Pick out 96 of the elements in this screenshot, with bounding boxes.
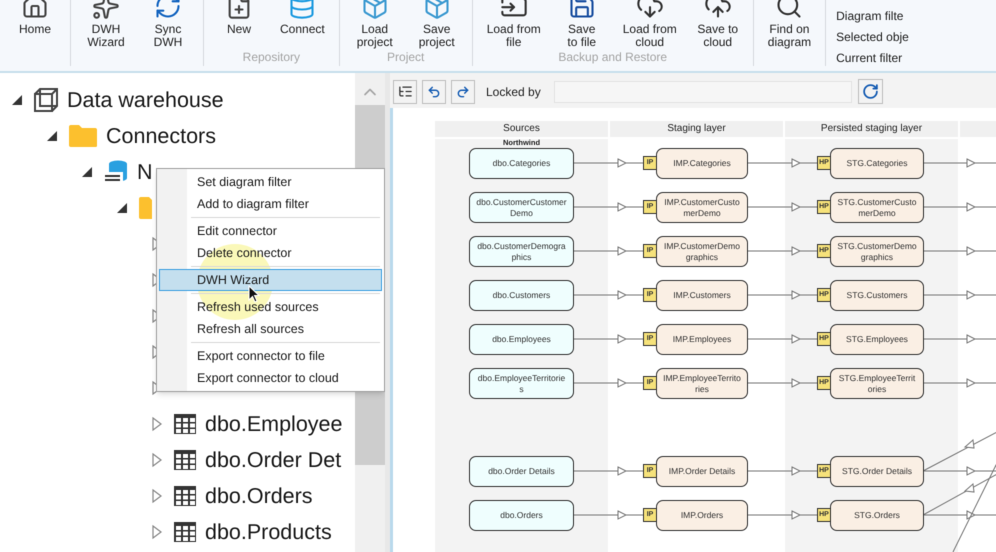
column-header: Staging layer	[610, 121, 783, 137]
undo-icon	[427, 84, 441, 98]
column-header: Persisted staging layer	[785, 121, 958, 137]
home-icon	[21, 0, 49, 20]
staging-node[interactable]: IMP.CustomerCustomerDemo	[656, 192, 748, 223]
ribbon-button[interactable]: Connect	[270, 0, 335, 50]
staging-node[interactable]: IMP.CustomerDemographics	[656, 236, 748, 267]
expanded-caret-icon[interactable]	[46, 130, 58, 142]
tree-item[interactable]: dbo.Order Det	[205, 447, 342, 473]
source-node[interactable]: dbo.Customers	[469, 280, 574, 311]
menu-item[interactable]: Refresh used sources	[159, 296, 382, 318]
persisted-node[interactable]: STG.Employees	[830, 324, 924, 355]
refresh-icon	[862, 83, 879, 100]
list-icon	[398, 84, 412, 99]
persisted-node[interactable]: STG.Categories	[830, 148, 924, 179]
ribbon-command[interactable]: Diagram filte	[836, 10, 909, 23]
expanded-caret-icon[interactable]	[81, 166, 93, 178]
source-node[interactable]: dbo.CustomerDemographics	[469, 236, 574, 267]
ribbon-button[interactable]: Load from file	[476, 0, 551, 50]
staging-node[interactable]: IMP.Categories	[656, 148, 748, 179]
tree-item[interactable]: dbo.Products	[205, 519, 332, 545]
collapsed-caret-icon[interactable]	[152, 489, 162, 503]
collapsed-caret-icon[interactable]	[152, 417, 162, 431]
table-icon	[173, 521, 197, 543]
table-icon	[173, 449, 197, 471]
redo-icon	[456, 84, 470, 98]
tree-item[interactable]: dbo.Employee	[205, 411, 342, 437]
redo-button[interactable]	[451, 80, 475, 104]
ribbon-button[interactable]: Save to cloud	[686, 0, 749, 50]
menu-item[interactable]: Delete connector	[159, 242, 382, 264]
source-node[interactable]: dbo.Order Details	[469, 456, 574, 487]
staging-node[interactable]: IMP.Order Details	[656, 456, 748, 487]
ribbon-button[interactable]: Save project	[406, 0, 468, 50]
group-label: Project	[386, 50, 426, 66]
ribbon-button[interactable]: Save to file	[550, 0, 613, 50]
folder-icon	[68, 124, 98, 148]
ribbon-button[interactable]: New	[208, 0, 270, 50]
search-icon	[775, 0, 804, 20]
persisted-node[interactable]: STG.EmployeeTerritories	[830, 368, 924, 399]
cloud-download-icon	[636, 0, 664, 20]
menu-item[interactable]: Refresh all sources	[159, 318, 382, 340]
ribbon-button[interactable]: Find on diagram	[758, 0, 822, 66]
source-node[interactable]: dbo.Employees	[469, 324, 574, 355]
persisted-node[interactable]: STG.Customers	[830, 280, 924, 311]
sync-icon	[154, 0, 182, 20]
cube-icon	[33, 87, 59, 113]
ribbon-button[interactable]: Home	[4, 0, 66, 66]
ribbon-button[interactable]: Load project	[344, 0, 406, 50]
locked-by-label: Locked by	[486, 84, 541, 100]
ribbon-button[interactable]: Load from cloud	[612, 0, 687, 50]
tree-item[interactable]: Data warehouse	[67, 87, 224, 113]
source-node[interactable]: dbo.Orders	[469, 500, 574, 531]
staging-node[interactable]: IMP.EmployeeTerritories	[656, 368, 748, 399]
folder-icon	[138, 196, 152, 220]
tree-item[interactable]: dbo.Orders	[205, 483, 313, 509]
source-node[interactable]: dbo.Categories	[469, 148, 574, 179]
menu-item[interactable]: Export connector to file	[159, 345, 382, 367]
ribbon-button[interactable]: Sync DWH	[137, 0, 199, 66]
group-label: Repository	[242, 50, 302, 66]
column-header: Sources	[435, 121, 608, 137]
staging-node[interactable]: IMP.Orders	[656, 500, 748, 531]
staging-node[interactable]: IMP.Employees	[656, 324, 748, 355]
persisted-node[interactable]: STG.Order Details	[830, 456, 924, 487]
persisted-node[interactable]: STG.Orders	[830, 500, 924, 531]
database-icon	[288, 0, 316, 20]
group-label: Backup and Restore	[557, 50, 668, 66]
menu-item[interactable]: Edit connector	[159, 220, 382, 242]
expanded-caret-icon[interactable]	[116, 202, 128, 214]
sparkles-icon	[92, 0, 120, 20]
menu-item[interactable]: Add to diagram filter	[159, 193, 382, 215]
ribbon-command[interactable]: Selected obje	[836, 31, 909, 44]
tree-item[interactable]: N	[137, 159, 153, 185]
menu-item[interactable]: DWH Wizard	[159, 269, 382, 291]
refresh-button[interactable]	[858, 79, 883, 104]
source-node[interactable]: dbo.EmployeeTerritories	[469, 368, 574, 399]
collapsed-caret-icon[interactable]	[152, 525, 162, 539]
save-icon	[568, 0, 596, 20]
menu-item[interactable]: Set diagram filter	[159, 171, 382, 193]
ribbon-button[interactable]: DWH Wizard	[75, 0, 137, 66]
undo-button[interactable]	[422, 80, 446, 104]
source-node[interactable]: dbo.CustomerCustomerDemo	[469, 192, 574, 223]
ribbon-command[interactable]: Current filter	[836, 52, 909, 65]
menu-item[interactable]: Export connector to cloud	[159, 367, 382, 389]
tree-item[interactable]: Connectors	[106, 123, 216, 149]
box-icon	[422, 0, 451, 20]
cloud-upload-icon	[704, 0, 732, 20]
table-icon	[173, 413, 197, 435]
expanded-caret-icon[interactable]	[11, 94, 23, 106]
tree-view-button[interactable]	[393, 80, 417, 104]
staging-node[interactable]: IMP.Customers	[656, 280, 748, 311]
cursor-arrow-icon	[248, 285, 260, 303]
box-icon	[360, 0, 389, 20]
collapsed-caret-icon[interactable]	[152, 453, 162, 467]
persisted-node[interactable]: STG.CustomerDemographics	[830, 236, 924, 267]
table-icon	[173, 485, 197, 507]
persisted-node[interactable]: STG.CustomerCustomerDemo	[830, 192, 924, 223]
